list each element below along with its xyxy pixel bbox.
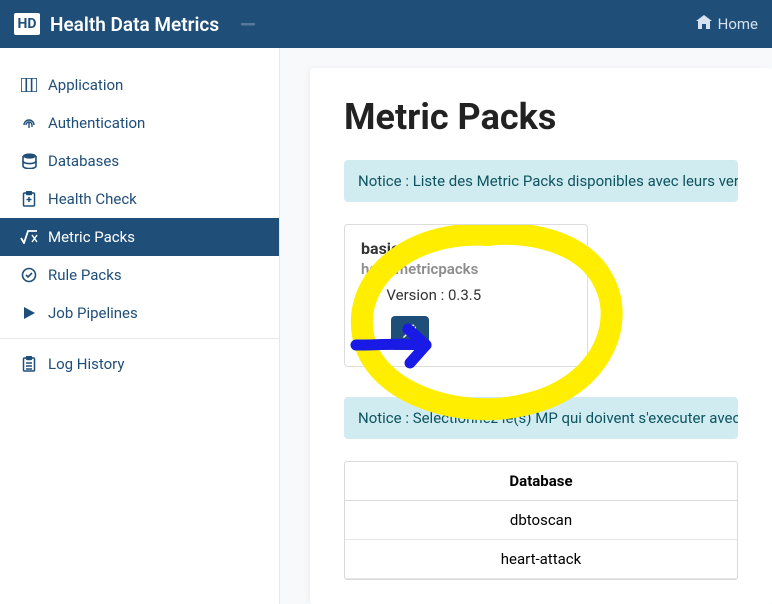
main-card: Metric Packs Notice : Liste des Metric P… <box>310 68 772 604</box>
nav-divider <box>0 338 279 339</box>
database-icon <box>20 153 38 169</box>
sidebar-item-databases[interactable]: Databases <box>0 142 279 180</box>
page-title: Metric Packs <box>344 96 738 138</box>
app-title: Health Data Metrics <box>50 13 219 36</box>
sidebar-item-rule-packs[interactable]: Rule Packs <box>0 256 279 294</box>
sidebar-item-label: Rule Packs <box>48 266 122 284</box>
sidebar-item-metric-packs[interactable]: Metric Packs <box>0 218 279 256</box>
table-row[interactable]: heart-attack <box>345 540 737 579</box>
list-icon <box>20 356 38 372</box>
table-header-database: Database <box>345 462 737 501</box>
sidebar-item-authentication[interactable]: Authentication <box>0 104 279 142</box>
notice-select-packs: Notice : Selectionnez le(s) MP qui doive… <box>344 397 738 439</box>
fingerprint-icon <box>20 115 38 131</box>
database-table: Database dbtoscan heart-attack <box>344 461 738 580</box>
wrench-icon <box>401 322 419 344</box>
app-logo: HD <box>14 13 40 35</box>
sidebar-item-label: Metric Packs <box>48 228 135 246</box>
sidebar-item-label: Health Check <box>48 190 137 208</box>
ellipsis-icon[interactable] <box>241 20 259 28</box>
check-circle-icon <box>20 267 38 283</box>
columns-icon <box>20 78 38 92</box>
sidebar-item-health-check[interactable]: Health Check <box>0 180 279 218</box>
metric-pack-card: basic hdm.metricpacks • Version : 0.3.5 <box>344 224 588 367</box>
play-icon <box>20 306 38 320</box>
sqrt-icon <box>20 230 38 244</box>
sidebar-item-job-pipelines[interactable]: Job Pipelines <box>0 294 279 332</box>
pack-name: basic <box>361 239 571 258</box>
topbar-left: HD Health Data Metrics <box>14 13 259 36</box>
sidebar-item-log-history[interactable]: Log History <box>0 345 279 383</box>
sidebar-item-label: Application <box>48 76 123 94</box>
home-label: Home <box>718 15 758 33</box>
notice-available-packs: Notice : Liste des Metric Packs disponib… <box>344 160 738 202</box>
sidebar-item-label: Authentication <box>48 114 145 132</box>
home-icon <box>696 15 712 33</box>
bullet-icon: • <box>373 286 378 306</box>
sidebar-item-label: Job Pipelines <box>48 304 138 322</box>
sidebar-item-application[interactable]: Application <box>0 66 279 104</box>
sidebar-item-label: Databases <box>48 152 119 170</box>
sidebar: Application Authentication Databases Hea… <box>0 48 280 604</box>
configure-button[interactable] <box>391 316 429 350</box>
table-row[interactable]: dbtoscan <box>345 501 737 540</box>
topbar: HD Health Data Metrics Home <box>0 0 772 48</box>
sidebar-item-label: Log History <box>48 355 125 373</box>
pack-version: Version : 0.3.5 <box>386 286 481 304</box>
home-link[interactable]: Home <box>696 15 758 33</box>
clipboard-icon <box>20 191 38 207</box>
pack-namespace: hdm.metricpacks <box>361 260 571 278</box>
